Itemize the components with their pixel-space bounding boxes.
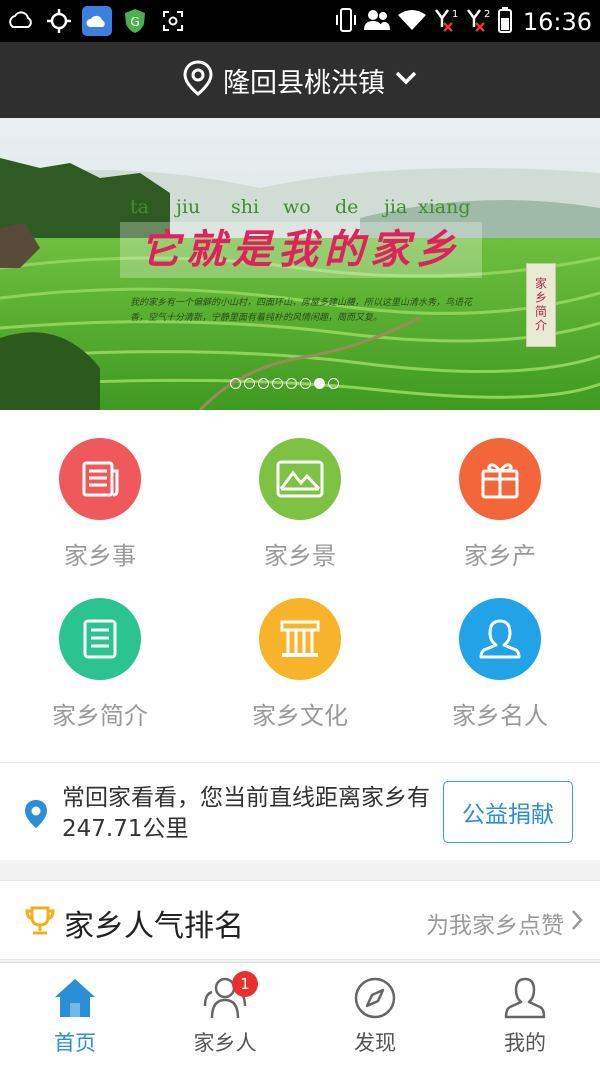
svg-text:2: 2 xyxy=(484,9,490,20)
vibrate-icon xyxy=(335,7,357,37)
landscape-icon xyxy=(259,438,341,520)
carousel-dot[interactable] xyxy=(230,378,241,389)
home-icon xyxy=(52,975,98,1021)
compass-icon xyxy=(352,975,398,1021)
signal-2-icon: 2 xyxy=(465,7,491,37)
pinyin-word: wo xyxy=(283,196,311,218)
svg-text:G: G xyxy=(130,15,139,29)
tab-label: 我的 xyxy=(504,1031,546,1055)
tab-discover[interactable]: 发现 xyxy=(300,963,450,1067)
pinyin-word: ta xyxy=(130,196,149,218)
signal-1-icon: 1 xyxy=(433,7,459,37)
tab-label: 家乡人 xyxy=(193,1031,257,1055)
news-icon xyxy=(59,438,141,520)
pinyin-word: jia xyxy=(384,196,408,218)
pinyin-word: xiang xyxy=(418,196,471,218)
wifi-icon xyxy=(397,8,427,36)
like-hometown-label: 为我家乡点赞 xyxy=(426,913,564,939)
shield-app-icon: G xyxy=(120,6,150,36)
banner-slogan: 它就是我的家乡 xyxy=(120,222,482,278)
carousel-dot[interactable] xyxy=(286,378,297,389)
grid-item-culture[interactable]: 家乡文化 xyxy=(200,570,400,730)
carousel-dot[interactable] xyxy=(244,378,255,389)
pinyin-word: jiu xyxy=(176,196,201,218)
battery-icon xyxy=(497,6,513,38)
grid-label: 家乡景 xyxy=(264,542,336,570)
grid-label: 家乡产 xyxy=(464,542,536,570)
notification-badge: 1 xyxy=(232,971,258,997)
person-icon xyxy=(459,598,541,680)
carousel-dot[interactable] xyxy=(314,378,325,389)
distance-text: 常回家看看，您当前直线距离家乡有247.71公里 xyxy=(62,785,430,842)
tab-hometown-people[interactable]: 1 家乡人 xyxy=(150,963,300,1067)
location-title: 隆回县桃洪镇 xyxy=(223,67,385,99)
like-hometown-link[interactable]: 为我家乡点赞 xyxy=(426,906,584,940)
location-icon xyxy=(44,6,74,36)
tab-label: 首页 xyxy=(54,1031,96,1055)
tab-bar: 首页 1 家乡人 发现 我的 xyxy=(0,962,600,1067)
status-bar: G 1 2 16:36 xyxy=(0,0,600,42)
distance-panel: 常回家看看，您当前直线距离家乡有247.71公里 公益捐献 xyxy=(0,762,600,860)
grid-item-celebrities[interactable]: 家乡名人 xyxy=(400,570,600,730)
grid-item-intro[interactable]: 家乡简介 xyxy=(0,570,200,730)
contacts-icon xyxy=(363,8,391,36)
donate-button[interactable]: 公益捐献 xyxy=(443,781,573,843)
category-grid: 家乡事 家乡景 家乡产 家乡简介 家乡文化 家乡名人 xyxy=(0,410,600,762)
carousel-dot[interactable] xyxy=(300,378,311,389)
carousel-dot[interactable] xyxy=(328,378,339,389)
location-pin-icon xyxy=(24,799,48,833)
banner-tag: 家乡简介 xyxy=(526,263,556,347)
grid-label: 家乡事 xyxy=(64,542,136,570)
tab-label: 发现 xyxy=(354,1031,396,1055)
tab-mine[interactable]: 我的 xyxy=(450,963,600,1067)
trophy-icon xyxy=(24,905,56,941)
chevron-right-icon xyxy=(570,908,584,938)
rank-panel[interactable]: 家乡人气排名 为我家乡点赞 xyxy=(0,880,600,960)
weather-icon xyxy=(6,6,36,36)
grid-item-scenery[interactable]: 家乡景 xyxy=(200,410,400,570)
grid-label: 家乡文化 xyxy=(252,702,348,730)
grid-label: 家乡简介 xyxy=(52,702,148,730)
pinyin-word: de xyxy=(335,196,359,218)
screenshot-icon xyxy=(158,6,188,36)
svg-text:1: 1 xyxy=(452,9,458,20)
pillar-icon xyxy=(259,598,341,680)
cloud-app-icon xyxy=(82,6,112,36)
carousel-dot[interactable] xyxy=(258,378,269,389)
grid-item-products[interactable]: 家乡产 xyxy=(400,410,600,570)
status-time: 16:36 xyxy=(522,8,592,36)
carousel-dot[interactable] xyxy=(272,378,283,389)
tab-home[interactable]: 首页 xyxy=(0,963,150,1067)
grid-item-news[interactable]: 家乡事 xyxy=(0,410,200,570)
list-icon xyxy=(59,598,141,680)
location-pin-icon xyxy=(183,60,213,100)
location-selector[interactable]: 隆回县桃洪镇 xyxy=(0,42,600,118)
gift-icon xyxy=(459,438,541,520)
carousel-indicator[interactable] xyxy=(230,378,339,389)
chevron-down-icon xyxy=(395,70,417,90)
rank-title: 家乡人气排名 xyxy=(64,909,244,944)
pinyin-word: shi xyxy=(231,196,260,218)
banner-poem: 我的家乡有一个偏僻的小山村，四面环山，房屋多建山腰，所以这里山清水秀，鸟语花香，… xyxy=(130,298,473,323)
grid-label: 家乡名人 xyxy=(452,702,548,730)
user-icon xyxy=(502,975,548,1021)
